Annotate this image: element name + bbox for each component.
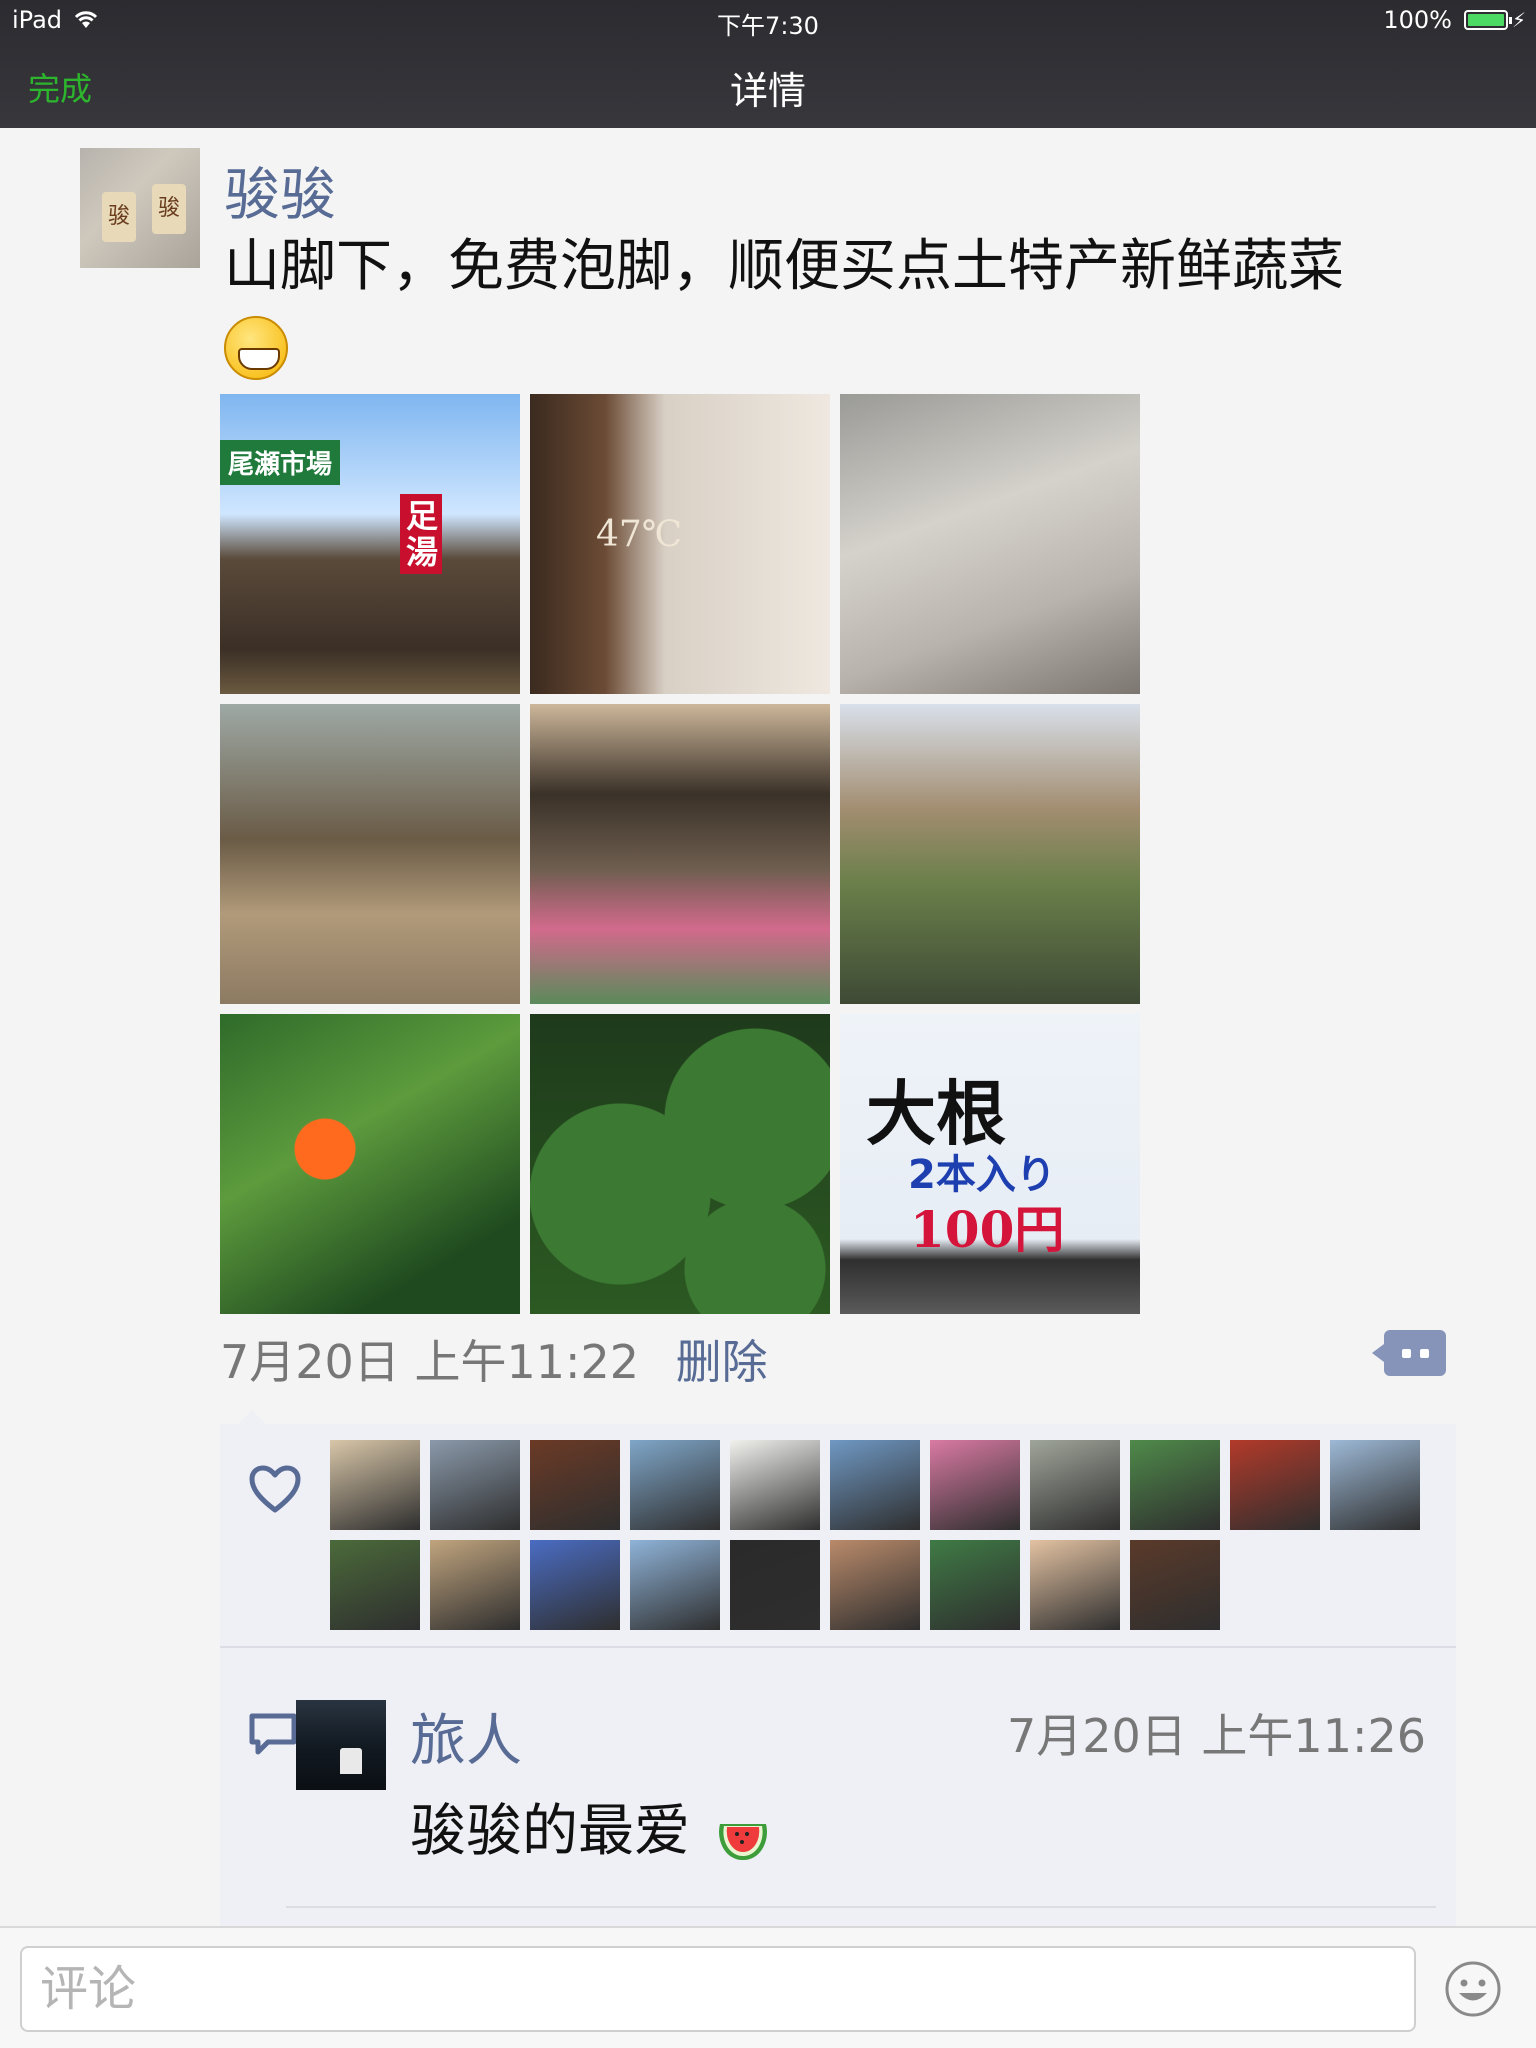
post-meta: 7月20日 上午11:22 删除 xyxy=(220,1326,768,1392)
photo-1-sign-market: 尾瀬市場 xyxy=(220,440,341,485)
comment-divider xyxy=(286,1906,1436,1908)
comment-text: 骏骏的最爱 xyxy=(410,1786,772,1867)
like-avatar[interactable] xyxy=(830,1540,920,1630)
comment-date: 7月20日 xyxy=(1006,1709,1187,1763)
like-avatar[interactable] xyxy=(430,1440,520,1530)
nav-bar: 完成 详情 xyxy=(0,40,1536,128)
comment-body: 骏骏的最爱 xyxy=(410,1799,690,1864)
like-avatar[interactable] xyxy=(730,1440,820,1530)
grin-emoji-icon xyxy=(224,315,288,380)
like-avatar[interactable] xyxy=(330,1440,420,1530)
photo-7[interactable] xyxy=(220,1014,520,1314)
like-avatar[interactable] xyxy=(530,1440,620,1530)
panel-notch xyxy=(238,1410,266,1424)
photo-8[interactable] xyxy=(530,1014,830,1314)
like-avatar[interactable] xyxy=(730,1540,820,1630)
like-avatar[interactable] xyxy=(1330,1440,1420,1530)
like-avatar[interactable] xyxy=(1130,1540,1220,1630)
likes-divider xyxy=(220,1646,1456,1648)
like-avatar[interactable] xyxy=(430,1540,520,1630)
photo-grid: 尾瀬市場 足湯 47℃ 大根 2本入り 100円 xyxy=(220,394,1140,1314)
photo-3[interactable] xyxy=(840,394,1140,694)
photo-2[interactable]: 47℃ xyxy=(530,394,830,694)
comment-timestamp: 7月20日 上午11:26 xyxy=(1007,1700,1426,1766)
avatar-tag-left: 骏 xyxy=(102,192,136,242)
comment-input-bar xyxy=(0,1926,1536,2048)
like-avatar[interactable] xyxy=(1130,1440,1220,1530)
post-text: 山脚下，免费泡脚，顺便买点土特产新鲜蔬菜 xyxy=(224,234,1344,299)
photo-2-sign: 47℃ xyxy=(596,514,683,555)
like-avatar[interactable] xyxy=(330,1540,420,1630)
comment-action-notch xyxy=(1372,1344,1384,1362)
heart-icon xyxy=(249,1465,301,1513)
avatar-tag-right: 骏 xyxy=(152,184,186,234)
commenter-name[interactable]: 旅人 xyxy=(410,1696,522,1777)
delete-button[interactable]: 删除 xyxy=(676,1335,768,1389)
smiley-icon[interactable] xyxy=(1444,1960,1502,2018)
photo-1[interactable]: 尾瀬市場 足湯 xyxy=(220,394,520,694)
photo-1-sign-footbath: 足湯 xyxy=(400,494,442,574)
status-time: 下午7:30 xyxy=(717,12,819,40)
like-avatar[interactable] xyxy=(930,1540,1020,1630)
photo-9-sign-price: 100円 xyxy=(910,1200,1065,1259)
like-avatar[interactable] xyxy=(1030,1440,1120,1530)
post-time: 上午11:22 xyxy=(414,1335,640,1389)
battery-icon xyxy=(1464,10,1512,30)
photo-4[interactable] xyxy=(220,704,520,1004)
like-avatar[interactable] xyxy=(930,1440,1020,1530)
likes-comments-panel: 旅人 7月20日 上午11:26 骏骏的最爱 xyxy=(220,1410,1456,1928)
commenter-avatar[interactable] xyxy=(296,1700,386,1790)
like-avatar[interactable] xyxy=(630,1440,720,1530)
like-avatar[interactable] xyxy=(530,1540,620,1630)
author-avatar[interactable]: 骏 骏 xyxy=(80,148,200,268)
status-bar: iPad 下午7:30 100% ⚡ xyxy=(0,0,1536,40)
top-bar: iPad 下午7:30 100% ⚡ 完成 详情 xyxy=(0,0,1536,128)
battery-percent: 100% xyxy=(1383,6,1452,34)
photo-9[interactable]: 大根 2本入り 100円 xyxy=(840,1014,1140,1314)
comment-input[interactable] xyxy=(20,1946,1416,2032)
comment-time: 上午11:26 xyxy=(1201,1709,1426,1763)
like-avatar[interactable] xyxy=(1230,1440,1320,1530)
post-content: 山脚下，免费泡脚，顺便买点土特产新鲜蔬菜 xyxy=(224,228,1464,384)
like-avatar[interactable] xyxy=(630,1540,720,1630)
like-avatar[interactable] xyxy=(1030,1540,1120,1630)
watermelon-emoji-icon xyxy=(718,1823,767,1860)
like-avatar[interactable] xyxy=(830,1440,920,1530)
page-title: 详情 xyxy=(729,69,806,113)
post-date: 7月20日 xyxy=(220,1335,400,1389)
comment-action-button[interactable] xyxy=(1372,1330,1446,1376)
chair-shape xyxy=(340,1748,362,1774)
photo-5[interactable] xyxy=(530,704,830,1004)
comment-bubble-icon xyxy=(249,1713,297,1755)
photo-6[interactable] xyxy=(840,704,1140,1004)
author-name[interactable]: 骏骏 xyxy=(224,150,336,231)
charging-icon: ⚡ xyxy=(1511,8,1526,32)
